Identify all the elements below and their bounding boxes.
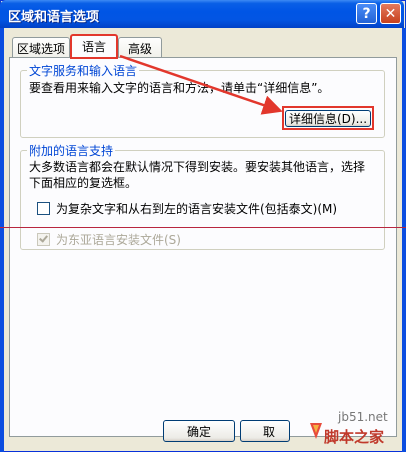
cancel-button[interactable]: 取 xyxy=(240,420,290,442)
watermark-logo-icon xyxy=(310,423,322,439)
window-frame-left xyxy=(0,28,4,452)
tab-regional-options[interactable]: 区域选项 xyxy=(12,37,70,58)
watermark-name: 脚本之家 xyxy=(324,428,385,446)
east-asian-checkbox: 为东亚语言安装文件(S) xyxy=(37,231,181,248)
text-services-description: 要查看用来输入文字的语言和方法，请单击“详细信息”。 xyxy=(29,81,330,95)
help-icon: ? xyxy=(362,5,371,22)
east-asian-label: 为东亚语言安装文件(S) xyxy=(56,233,181,247)
supplemental-description-line2: 下面相应的复选框。 xyxy=(29,176,138,190)
east-asian-checkbox-box xyxy=(37,233,50,246)
supplemental-description-line1: 大多数语言都会在默认情况下得到安装。要安装其他语言，选择 xyxy=(29,160,366,174)
close-button[interactable]: ✕ xyxy=(380,3,401,24)
annotation-line xyxy=(0,227,406,228)
ok-button[interactable]: 确定 xyxy=(163,420,235,442)
text-services-group-title: 文字服务和输入语言 xyxy=(27,62,140,79)
complex-script-checkbox-box[interactable] xyxy=(37,202,50,215)
help-button[interactable]: ? xyxy=(356,3,377,24)
tab-languages[interactable]: 语言 xyxy=(70,34,118,59)
supplemental-group-title: 附加的语言支持 xyxy=(27,142,116,159)
window-frame-right xyxy=(402,28,406,452)
title-bar[interactable]: 区域和语言选项 ? ✕ xyxy=(0,0,404,28)
checkmark-icon xyxy=(39,233,48,243)
window-title: 区域和语言选项 xyxy=(8,10,100,25)
close-icon: ✕ xyxy=(384,5,397,22)
watermark-site: jb51.net xyxy=(338,410,388,424)
complex-script-label: 为复杂文字和从右到左的语言安装文件(包括泰文)(M) xyxy=(56,202,338,216)
details-highlight-box xyxy=(282,106,374,130)
complex-script-checkbox[interactable]: 为复杂文字和从右到左的语言安装文件(包括泰文)(M) xyxy=(37,200,337,217)
tab-advanced[interactable]: 高级 xyxy=(118,37,162,58)
